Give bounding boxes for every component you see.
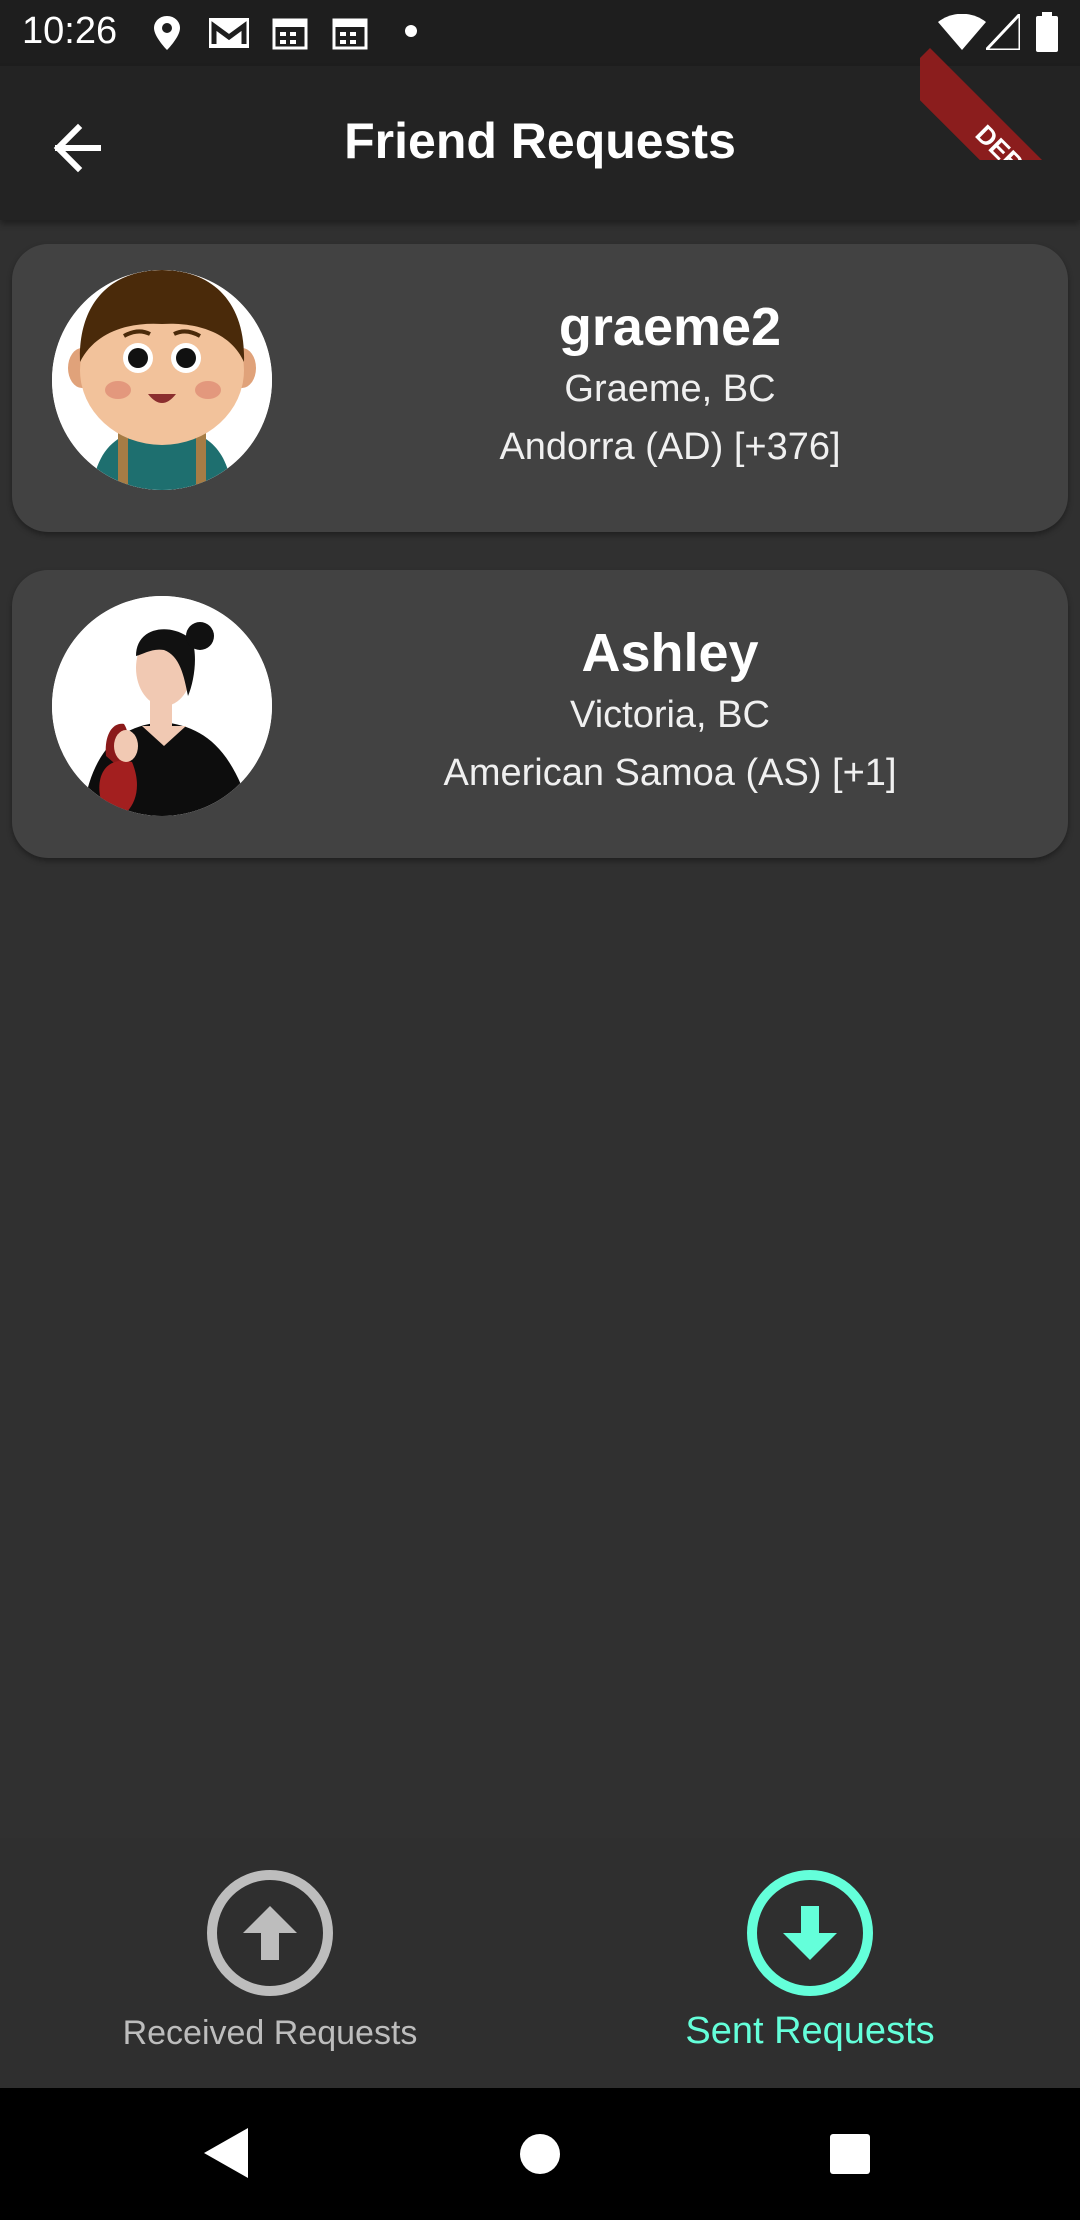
cartoon-boy-avatar [52,270,272,490]
nav-label-received: Received Requests [122,2014,418,2052]
debug-label: DEBUG [920,48,1080,160]
request-username: graeme2 [558,297,782,357]
recents-square-icon[interactable] [830,2134,870,2174]
dot-icon [405,25,417,37]
back-triangle-icon[interactable] [204,2128,248,2178]
friend-request-card[interactable]: Ashley Victoria, BC American Samoa (AS) … [12,570,1068,858]
arrow-down-circle-icon [747,1870,873,1996]
calendar-icon [272,18,308,50]
status-time: 10:26 [22,10,118,52]
app-bar: Friend Requests [0,66,1080,220]
status-bar: 10:26 [0,0,1080,66]
debug-banner: DEBUG [920,0,1080,160]
calendar-icon [332,18,368,50]
request-country: Andorra (AD) [+376] [499,426,841,468]
bottom-navigation: Received Requests Sent Requests [0,1838,1080,2088]
request-location: Graeme, BC [564,368,776,410]
home-circle-icon[interactable] [520,2134,560,2174]
gmail-icon [209,18,249,48]
woman-with-bag-avatar [52,596,272,816]
page-title: Friend Requests [344,113,736,169]
tab-sent-requests[interactable]: Sent Requests [540,1870,1080,2080]
nav-label-sent: Sent Requests [685,2010,935,2052]
location-icon [154,16,180,50]
request-username: Ashley [581,623,759,683]
request-country: American Samoa (AS) [+1] [443,752,897,794]
tab-received-requests[interactable]: Received Requests [0,1870,540,2080]
request-location: Victoria, BC [570,694,770,736]
system-navigation-bar [0,2088,1080,2220]
friend-request-card[interactable]: graeme2 Graeme, BC Andorra (AD) [+376] [12,244,1068,532]
arrow-up-circle-icon [207,1870,333,1996]
